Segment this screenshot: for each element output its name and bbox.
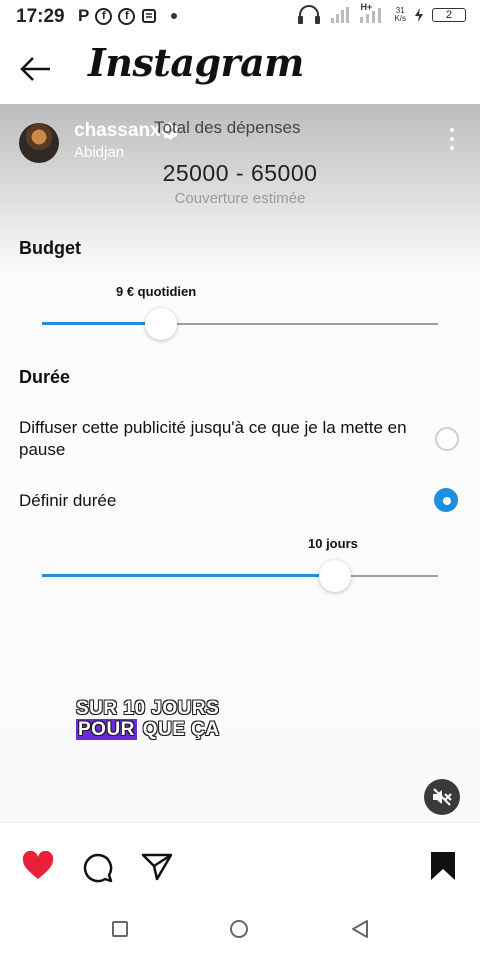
comment-bubble-icon [83,853,113,883]
caption-highlight-word: POUR [76,719,137,740]
facebook-icon: f [118,7,136,25]
notification-icons: P f f [78,6,178,26]
option-until-paused-radio[interactable] [435,427,459,451]
net-speed: 31 K/s [394,6,406,23]
signal-icon [331,7,350,23]
budget-slider-fill [42,322,161,325]
recents-button[interactable] [111,920,129,943]
option-define-duration-radio[interactable] [434,488,458,512]
paper-plane-icon [141,853,173,881]
video-caption-line-2: POUR QUE ÇA [76,719,220,741]
video-caption-line-1: SUR 10 JOURS [76,698,220,719]
heart-filled-icon [22,850,54,879]
spend-title: Total des dépenses [154,118,301,137]
speaker-muted-icon [433,788,452,806]
save-button[interactable] [430,851,456,886]
duration-slider-fill [42,574,335,577]
circle-icon [230,920,248,938]
option-define-duration-label[interactable]: Définir durée [19,490,116,512]
battery-indicator: 2 [432,8,466,22]
charging-icon [415,8,423,22]
spend-amount: 25000 - 65000 [162,160,318,186]
news-icon [142,9,157,23]
comment-button[interactable] [82,851,114,888]
home-button[interactable] [229,919,249,944]
budget-slider[interactable] [42,308,438,340]
duration-slider[interactable] [42,560,438,592]
duration-slider-label: 10 jours [308,536,358,551]
headphones-icon [298,5,321,24]
more-options-button[interactable] [444,128,460,154]
like-button[interactable] [22,850,54,886]
video-post[interactable]: chassanx Abidjan Total des dépenses 2500… [0,104,480,822]
instagram-logo: Instagram [88,40,304,85]
status-bar: 17:29 P f f H+ 31 K/s 2 [0,0,480,32]
post-actions [0,822,480,911]
back-button[interactable] [18,54,54,84]
system-navigation-bar [0,910,480,960]
mute-button[interactable] [424,779,460,815]
square-icon [112,921,128,937]
back-nav-button[interactable] [350,919,370,944]
app-header: Instagram [0,32,480,104]
budget-slider-label: 9 € quotidien [116,284,197,299]
triangle-back-icon [352,920,368,938]
budget-title: Budget [19,238,81,258]
duration-slider-thumb[interactable] [319,560,351,592]
status-time: 17:29 [16,6,65,27]
more-notifications-dot [171,13,178,19]
caption-rest: QUE ÇA [142,719,220,740]
more-vertical-icon [444,128,460,150]
system-icons: H+ 31 K/s 2 [296,2,466,25]
facebook-icon: f [95,7,113,25]
coverage-subtitle: Couverture estimée [174,190,306,207]
share-button[interactable] [141,852,173,887]
bookmark-filled-icon [431,852,455,880]
p-app-icon: P [78,6,90,25]
budget-slider-thumb[interactable] [145,308,177,340]
option-until-paused-label[interactable]: Diffuser cette publicité jusqu'à ce que … [19,417,419,461]
arrow-left-icon [20,57,50,81]
post-location[interactable]: Abidjan [74,144,124,161]
avatar[interactable] [19,123,59,163]
duration-title: Durée [19,367,71,387]
signal-hplus-icon: H+ [358,2,386,25]
